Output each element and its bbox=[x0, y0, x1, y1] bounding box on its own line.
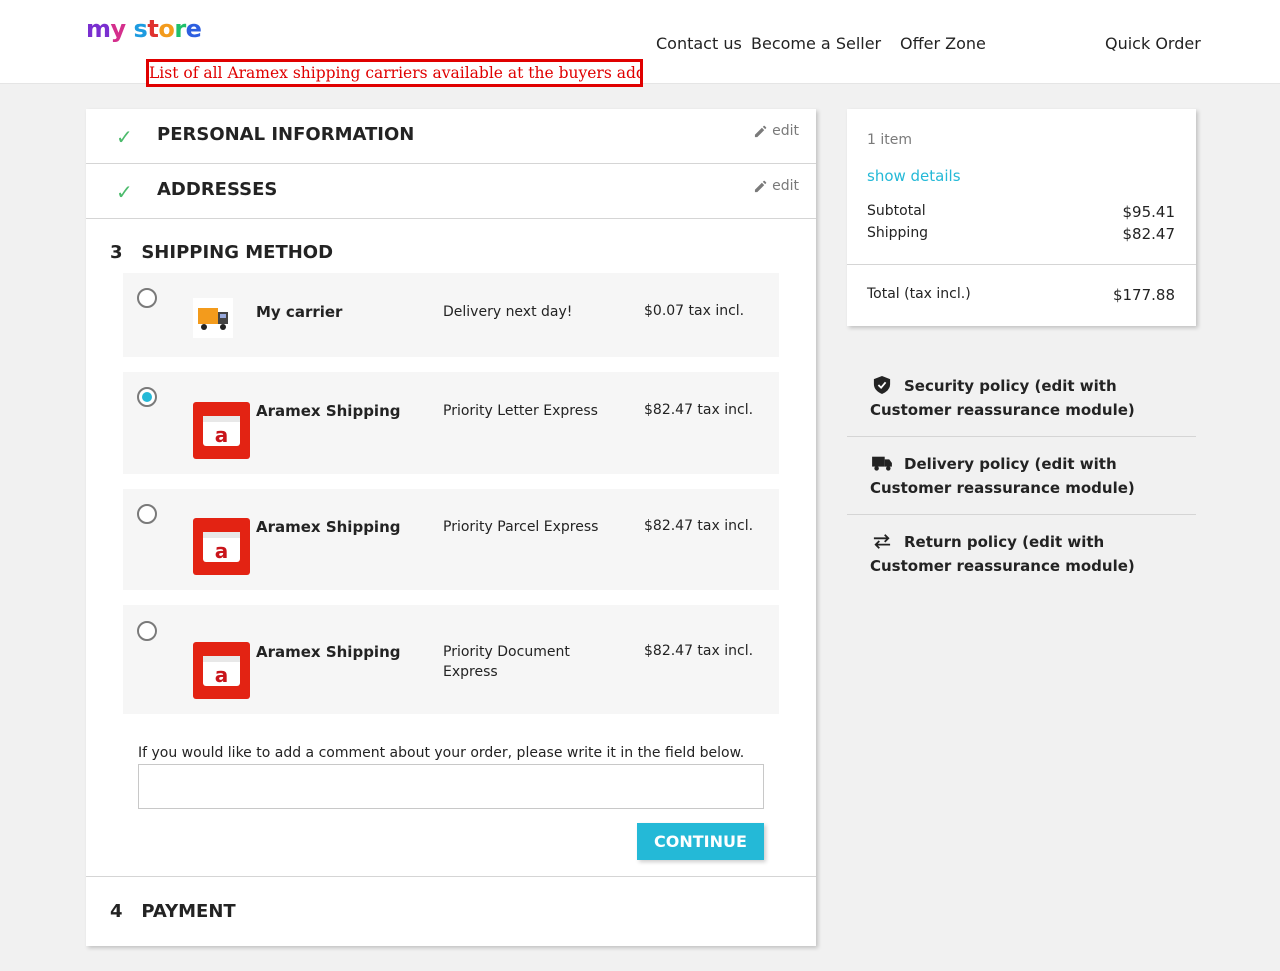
checkmark-icon: ✓ bbox=[116, 125, 133, 149]
comment-label: If you would like to add a comment about… bbox=[138, 745, 745, 761]
carrier-radio[interactable] bbox=[137, 621, 157, 641]
cart-summary: 1 item show details Subtotal $95.41 Ship… bbox=[847, 109, 1196, 326]
store-logo[interactable]: my store bbox=[86, 15, 202, 43]
edit-addresses-button[interactable]: edit bbox=[754, 178, 799, 194]
nav-offer-zone[interactable]: Offer Zone bbox=[900, 34, 986, 53]
swap-arrows-icon bbox=[873, 534, 891, 549]
carrier-radio[interactable] bbox=[137, 504, 157, 524]
divider bbox=[847, 436, 1196, 437]
shipping-line: Shipping $82.47 bbox=[867, 225, 1175, 243]
subtotal-value: $95.41 bbox=[1122, 203, 1176, 221]
step-title: 3 SHIPPING METHOD bbox=[110, 242, 334, 263]
checkmark-icon: ✓ bbox=[116, 180, 133, 204]
shield-icon bbox=[873, 376, 891, 394]
carrier-delay: Priority Document Express bbox=[443, 644, 570, 680]
reassurance-text: Return policy (edit with Customer reassu… bbox=[870, 533, 1135, 575]
annotation-callout: List of all Aramex shipping carriers ava… bbox=[146, 59, 643, 87]
carrier-price: $82.47 tax incl. bbox=[644, 643, 754, 659]
carrier-radio-selected[interactable] bbox=[137, 387, 157, 407]
shipping-value: $82.47 bbox=[1122, 225, 1176, 243]
carrier-radio[interactable] bbox=[137, 288, 157, 308]
step-addresses[interactable]: ✓ ADDRESSES edit bbox=[86, 164, 816, 219]
carrier-delay: Priority Parcel Express bbox=[443, 519, 599, 535]
divider bbox=[847, 264, 1196, 265]
total-value: $177.88 bbox=[1112, 286, 1175, 304]
carrier-option[interactable]: a Aramex Shipping Priority Parcel Expres… bbox=[123, 489, 779, 590]
carrier-name: Aramex Shipping bbox=[256, 643, 401, 661]
show-details-link[interactable]: show details bbox=[867, 167, 961, 185]
truck-icon bbox=[872, 456, 892, 471]
pencil-icon bbox=[755, 180, 767, 192]
items-count: 1 item bbox=[867, 132, 912, 148]
step-shipping-method: 3 SHIPPING METHOD My carrier Delivery ne… bbox=[86, 219, 816, 877]
step-title: ADDRESSES bbox=[157, 179, 278, 200]
order-comment-field[interactable] bbox=[138, 764, 764, 809]
total-line: Total (tax incl.) $177.88 bbox=[867, 286, 1175, 304]
reassurance-text: Security policy (edit with Customer reas… bbox=[870, 377, 1135, 419]
nav-quick-order[interactable]: Quick Order bbox=[1105, 34, 1201, 53]
carrier-price: $82.47 tax incl. bbox=[644, 518, 754, 534]
svg-text:a: a bbox=[215, 423, 229, 447]
step-title: PERSONAL INFORMATION bbox=[157, 124, 415, 145]
edit-personal-button[interactable]: edit bbox=[754, 123, 799, 139]
truck-logo bbox=[193, 298, 233, 338]
carrier-name: Aramex Shipping bbox=[256, 518, 401, 536]
continue-button[interactable]: CONTINUE bbox=[637, 823, 764, 860]
carrier-price: $82.47 tax incl. bbox=[644, 402, 754, 418]
carrier-option[interactable]: a Aramex Shipping Priority Letter Expres… bbox=[123, 372, 779, 474]
aramex-logo: a bbox=[193, 642, 250, 699]
pencil-icon bbox=[755, 125, 767, 137]
subtotal-label: Subtotal bbox=[867, 203, 926, 219]
step-payment[interactable]: 4 PAYMENT bbox=[86, 877, 816, 946]
reassurance-text: Delivery policy (edit with Customer reas… bbox=[870, 455, 1135, 497]
carrier-price: $0.07 tax incl. bbox=[644, 303, 745, 319]
checkout-steps: ✓ PERSONAL INFORMATION edit ✓ ADDRESSES … bbox=[86, 109, 816, 946]
divider bbox=[847, 514, 1196, 515]
carrier-delay: Priority Letter Express bbox=[443, 403, 598, 419]
shipping-label: Shipping bbox=[867, 225, 929, 241]
carrier-option[interactable]: My carrier Delivery next day! $0.07 tax … bbox=[123, 273, 779, 357]
total-label: Total (tax incl.) bbox=[867, 286, 971, 302]
carrier-name: My carrier bbox=[256, 303, 343, 321]
subtotal-line: Subtotal $95.41 bbox=[867, 203, 1175, 221]
svg-text:a: a bbox=[215, 539, 229, 563]
step-personal-information[interactable]: ✓ PERSONAL INFORMATION edit bbox=[86, 109, 816, 164]
carrier-delay: Delivery next day! bbox=[443, 304, 573, 320]
nav-contact-us[interactable]: Contact us bbox=[656, 34, 742, 53]
step-title: 4 PAYMENT bbox=[110, 901, 236, 922]
nav-become-seller[interactable]: Become a Seller bbox=[751, 34, 881, 53]
aramex-logo: a bbox=[193, 402, 250, 459]
svg-text:a: a bbox=[215, 663, 229, 687]
carrier-option[interactable]: a Aramex Shipping Priority Document Expr… bbox=[123, 605, 779, 714]
aramex-logo: a bbox=[193, 518, 250, 575]
carrier-name: Aramex Shipping bbox=[256, 402, 401, 420]
